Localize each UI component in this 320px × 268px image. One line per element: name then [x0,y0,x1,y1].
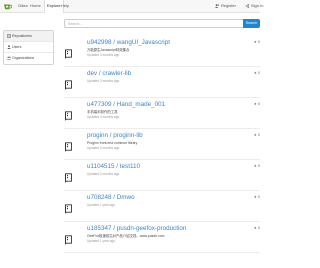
star-icon: ★ [253,71,257,75]
repo-icon [65,80,72,90]
register-label: Register [221,3,236,8]
repo-icon [65,49,72,59]
repo-name-link[interactable]: proginn / proginn-lib [87,132,143,140]
repo-name-link[interactable]: u477309 / Hand_made_001 [87,101,165,109]
nav-home-link[interactable]: Home [30,3,41,9]
repo-star-count: ★ 0 [254,133,260,138]
star-icon: ★ [253,164,257,168]
star-icon: ★ [253,226,257,230]
star-count: 0 [258,133,260,137]
repo-item: u477309 / Hand_made_001 手机端手制作的工具 Update… [64,98,260,129]
user-icon [7,44,11,49]
explore-sidebar: Repositories Users Organizations [3,30,54,65]
repo-updated-time: Updated 3 months ago [87,79,120,83]
star-count: 0 [258,71,260,75]
repo-name-link[interactable]: dev / crawler-lib [87,70,131,78]
top-navbar: Gitea Home Explore Help Register Sign In [0,0,263,13]
repo-item: proginn / proginn-lib Proginn front-end … [64,129,260,160]
repo-updated-time: Updated 3 months ago [87,146,120,150]
star-icon: ★ [253,102,257,106]
repo-star-count: ★ 0 [254,71,260,76]
repo-star-count: ★ 0 [254,102,260,107]
star-icon: ★ [253,195,257,199]
repo-star-count: ★ 0 [254,195,260,200]
sign-in-icon [245,3,249,8]
repo-name-link[interactable]: u185347 / pusdn-geefox-production [87,225,186,233]
repo-name-link[interactable]: u942998 / wangUI_Javascript [87,39,170,47]
sidebar-item-repositories[interactable]: Repositories [4,31,53,42]
register-user-icon [215,3,219,8]
star-count: 0 [258,195,260,199]
repository-list: u942998 / wangUI_Javascript 万能原生Javascri… [64,36,260,253]
repo-icon [65,111,72,121]
signin-link[interactable]: Sign In [245,3,263,9]
sidebar-item-label: Repositories [12,34,32,38]
repo-item: u1104515 / test110 Updated 3 months ago … [64,160,260,191]
repo-star-count: ★ 0 [254,164,260,169]
search-input[interactable] [64,19,244,28]
star-count: 0 [258,164,260,168]
signin-label: Sign In [251,3,264,8]
repo-name-link[interactable]: u1104515 / test110 [87,163,140,171]
repo-updated-time: Updated 3 months ago [87,172,120,176]
sidebar-item-users[interactable]: Users [4,42,53,53]
star-count: 0 [258,102,260,106]
repo-updated-time: Updated 1 year ago [87,239,115,243]
repo-item: dev / crawler-lib Updated 3 months ago ★… [64,67,260,98]
repo-star-count: ★ 0 [254,226,260,231]
sidebar-item-label: Organizations [12,56,35,60]
star-icon: ★ [253,40,257,44]
repo-item: u185347 / pusdn-geefox-production GeeFox… [64,222,260,253]
book-icon [7,33,11,38]
repo-icon [65,204,72,214]
repo-icon [65,142,72,152]
repo-item: u942998 / wangUI_Javascript 万能原生Javascri… [64,36,260,67]
repo-updated-time: Updated 3 months ago [87,53,120,57]
nav-help-link[interactable]: Help [61,3,69,9]
register-link[interactable]: Register [215,3,236,9]
star-count: 0 [258,40,260,44]
star-count: 0 [258,226,260,230]
search-button[interactable]: Search [243,19,260,28]
repo-name-link[interactable]: u708248 / Dmwo [87,194,135,202]
repo-updated-time: Updated 1 year ago [87,203,115,207]
gitea-logo-icon[interactable] [3,2,13,11]
repo-star-count: ★ 0 [254,40,260,45]
star-icon: ★ [253,133,257,137]
nav-gitea-link[interactable]: Gitea [18,3,28,9]
sidebar-item-label: Users [12,45,22,49]
repo-icon [65,235,72,245]
sidebar-item-organizations[interactable]: Organizations [4,53,53,64]
repo-item: u708248 / Dmwo Updated 1 year ago ★ 0 [64,191,260,222]
organization-icon [7,56,11,60]
repo-icon [65,173,72,183]
repo-updated-time: Updated 3 months ago [87,115,120,119]
